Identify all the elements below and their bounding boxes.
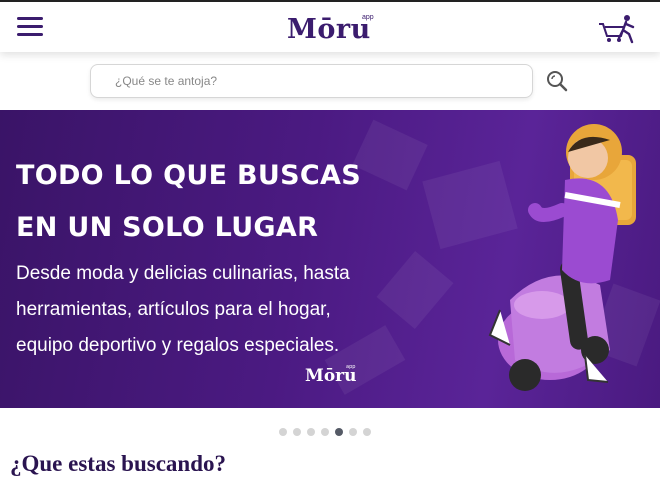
- carousel-dot[interactable]: [293, 428, 301, 436]
- promo-banner[interactable]: TODO LO QUE BUSCAS EN UN SOLO LUGAR Desd…: [0, 110, 660, 408]
- carousel-dot[interactable]: [363, 428, 371, 436]
- carousel-dot[interactable]: [349, 428, 357, 436]
- top-navigation-bar: Mōru app: [0, 0, 660, 52]
- carousel-dot[interactable]: [321, 428, 329, 436]
- carousel-dot[interactable]: [335, 428, 343, 436]
- app-logo-superscript: app: [362, 14, 374, 21]
- hamburger-menu-icon[interactable]: [17, 17, 43, 39]
- carousel-indicators: [279, 428, 371, 438]
- carousel-dot[interactable]: [307, 428, 315, 436]
- banner-description: Desde moda y delicias culinarias, hasta …: [16, 263, 350, 356]
- banner-title: TODO LO QUE BUSCAS EN UN SOLO LUGAR: [16, 160, 361, 243]
- search-box: [90, 64, 533, 98]
- cart-delivery-icon[interactable]: [597, 14, 637, 44]
- search-icon[interactable]: [545, 69, 569, 93]
- carousel-dot[interactable]: [279, 428, 287, 436]
- banner-logo-superscript: app: [346, 364, 356, 370]
- search-input[interactable]: [91, 65, 532, 97]
- delivery-rider-illustration: [488, 124, 636, 391]
- section-title: ¿Que estas buscando?: [10, 451, 226, 476]
- app-logo[interactable]: Mōru: [287, 14, 371, 45]
- banner-decoration: [376, 250, 454, 330]
